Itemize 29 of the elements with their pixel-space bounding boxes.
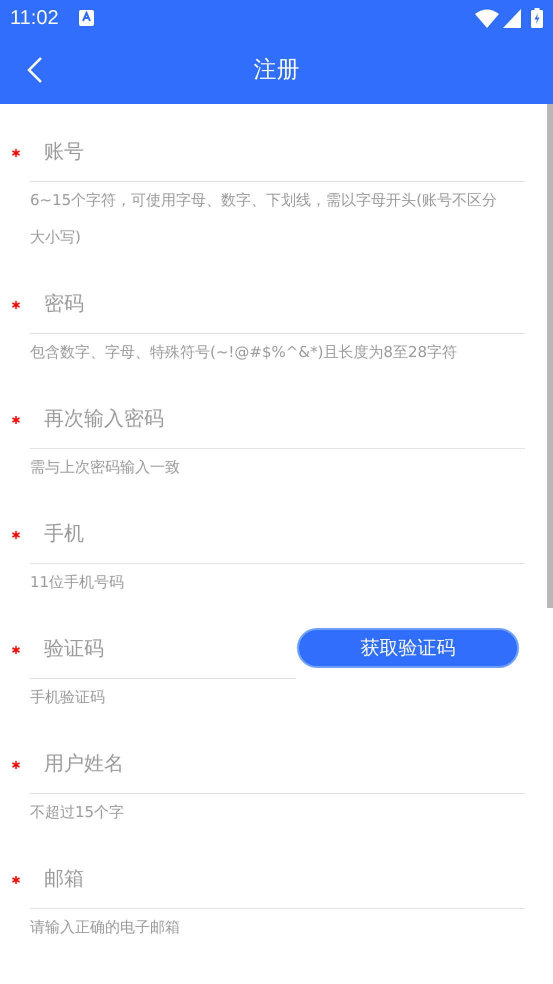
field-label: 再次输入密码 — [43, 404, 164, 432]
field-hint: 不超过15个字 — [29, 802, 126, 823]
status-time: 11:02 — [10, 6, 59, 31]
field-label: 用户姓名 — [43, 750, 124, 776]
input-field[interactable]: 手机 — [30, 502, 525, 564]
field-hint: 请输入正确的电子邮箱 — [29, 917, 181, 938]
wifi-icon — [475, 8, 499, 28]
field-hint: 6~15个字符，可使用字母、数字、下划线，需以字母开头(账号不区分大小写) — [29, 190, 498, 248]
field-hint: 需与上次密码输入一致 — [29, 457, 181, 478]
field-label: 邮箱 — [43, 864, 84, 892]
get-code-button[interactable]: 获取验证码 — [297, 628, 519, 668]
notification-icon — [78, 10, 94, 26]
signal-icon — [503, 8, 521, 28]
back-icon — [25, 56, 43, 84]
input-field[interactable]: 用户姓名 — [30, 732, 525, 794]
battery-icon — [531, 8, 543, 28]
input-field[interactable]: 邮箱 — [30, 847, 525, 909]
field-hint: 11位手机号码 — [29, 572, 126, 593]
page-title: 注册 — [254, 56, 300, 85]
field-label: 密码 — [43, 290, 84, 316]
field-label: 手机 — [43, 520, 84, 546]
field-label: 账号 — [43, 138, 84, 164]
field-hint: 手机验证码 — [29, 687, 106, 708]
input-field[interactable]: 密码 — [30, 272, 525, 334]
input-field[interactable]: 验证码 — [30, 617, 296, 679]
field-label: 验证码 — [43, 634, 104, 662]
input-field[interactable]: 再次输入密码 — [30, 387, 525, 449]
field-hint: 包含数字、字母、特殊符号(~!@#$%^&*)且长度为8至28字符 — [29, 342, 458, 363]
input-field[interactable]: 账号 — [30, 120, 525, 182]
